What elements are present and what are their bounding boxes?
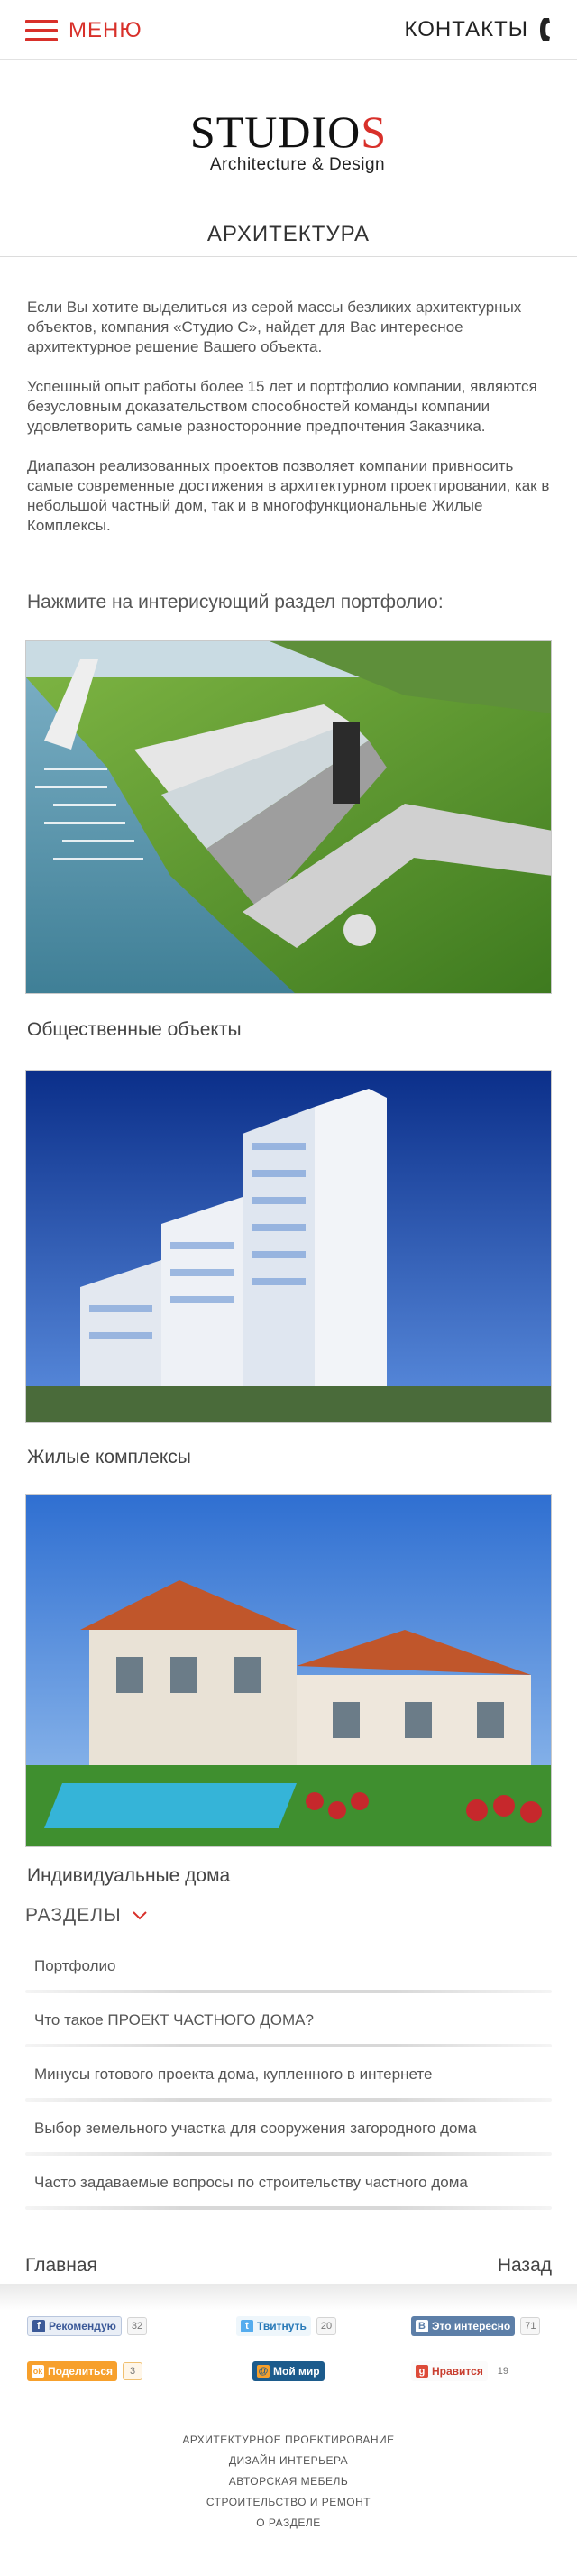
portfolio-label-residential[interactable]: Жилые комплексы: [27, 1447, 191, 1468]
share-count: 71: [520, 2317, 541, 2335]
section-item-private-house-project[interactable]: Что такое ПРОЕКТ ЧАСТНОГО ДОМА?: [25, 1993, 552, 2047]
share-label: Твитнуть: [257, 2320, 307, 2332]
sections-toggle[interactable]: РАЗДЕЛЫ: [25, 1905, 147, 1927]
villa-render-image: [26, 1495, 551, 1846]
moymir-share-button[interactable]: @ Мой мир: [252, 2361, 325, 2381]
portfolio-prompt: Нажмите на интерисующий раздел портфолио…: [27, 592, 444, 612]
twitter-share-button[interactable]: t Твитнуть 20: [236, 2316, 337, 2336]
portfolio-label-private[interactable]: Индивидуальные дома: [27, 1865, 230, 1887]
logo-subtitle: Architecture & Design: [209, 155, 386, 174]
section-item-faq[interactable]: Часто задаваемые вопросы по строительств…: [25, 2156, 552, 2210]
share-count: 20: [316, 2317, 337, 2335]
logo-wordmark: STUDIOS: [189, 106, 388, 157]
twitter-icon: t: [241, 2320, 253, 2332]
intro-paragraph: Успешный опыт работы более 15 лет и порт…: [27, 378, 537, 435]
share-label: Нравится: [432, 2365, 483, 2378]
portfolio-image-residential[interactable]: [25, 1070, 552, 1423]
footer-link-furniture[interactable]: АВТОРСКАЯ МЕБЕЛЬ: [0, 2471, 577, 2492]
intro-paragraph: Если Вы хотите выделиться из серой массы…: [27, 299, 522, 355]
share-panel: f Рекомендую 32 t Твитнуть 20 B Это интерес…: [0, 2284, 577, 2428]
title-divider: [0, 256, 577, 257]
share-count: 19: [497, 2366, 508, 2377]
chevron-down-icon: [132, 1911, 147, 1920]
portfolio-label-public[interactable]: Общественные объекты: [27, 1019, 242, 1041]
home-link[interactable]: Главная: [25, 2255, 97, 2277]
google-plus-icon: g: [416, 2365, 428, 2378]
share-count: 3: [123, 2362, 143, 2380]
page-title: АРХИТЕКТУРА: [206, 222, 371, 246]
contacts-button[interactable]: КОНТАКТЫ: [405, 16, 554, 43]
intro-text: Если Вы хотите выделиться из серой массы…: [27, 298, 554, 556]
odnoklassniki-icon: ok: [32, 2365, 44, 2378]
portfolio-image-public[interactable]: [25, 640, 552, 994]
share-label: Это интересно: [432, 2320, 511, 2332]
share-label: Мой мир: [273, 2365, 320, 2378]
marina-render-image: [26, 641, 551, 993]
footer-link-about[interactable]: О РАЗДЕЛЕ: [0, 2513, 577, 2534]
sections-list: Портфолио Что такое ПРОЕКТ ЧАСТНОГО ДОМА…: [25, 1939, 552, 2210]
share-count: 32: [126, 2317, 148, 2335]
vk-icon: B: [416, 2320, 428, 2332]
section-item-land-plot-choice[interactable]: Выбор земельного участка для сооружения …: [25, 2102, 552, 2156]
share-label: Поделиться: [48, 2365, 114, 2378]
intro-paragraph: Диапазон реализованных проектов позволяе…: [27, 457, 550, 534]
footer-links: АРХИТЕКТУРНОЕ ПРОЕКТИРОВАНИЕ ДИЗАЙН ИНТЕ…: [0, 2430, 577, 2534]
footer-link-architecture[interactable]: АРХИТЕКТУРНОЕ ПРОЕКТИРОВАНИЕ: [0, 2430, 577, 2451]
contacts-label: КОНТАКТЫ: [404, 17, 528, 41]
menu-label: МЕНЮ: [69, 18, 142, 42]
phone-icon: [540, 18, 550, 41]
footer-link-construction[interactable]: СТРОИТЕЛЬСТВО И РЕМОНТ: [0, 2492, 577, 2513]
menu-button[interactable]: МЕНЮ: [25, 18, 142, 43]
odnoklassniki-share-button[interactable]: ok Поделиться 3: [27, 2361, 143, 2381]
facebook-share-button[interactable]: f Рекомендую 32: [27, 2316, 148, 2336]
moymir-icon: @: [257, 2365, 270, 2378]
vk-share-button[interactable]: B Это интересно 71: [411, 2316, 541, 2336]
footer-link-interior-design[interactable]: ДИЗАЙН ИНТЕРЬЕРА: [0, 2451, 577, 2471]
section-item-ready-project-minuses[interactable]: Минусы готового проекта дома, купленного…: [25, 2047, 552, 2102]
google-plus-share-button[interactable]: g Нравится 19: [411, 2361, 513, 2381]
share-label: Рекомендую: [49, 2320, 116, 2332]
portfolio-image-private[interactable]: [25, 1494, 552, 1847]
hamburger-icon: [25, 20, 58, 41]
residential-render-image: [26, 1071, 551, 1422]
back-link[interactable]: Назад: [498, 2255, 552, 2277]
sections-label: РАЗДЕЛЫ: [25, 1905, 122, 1926]
section-item-portfolio[interactable]: Портфолио: [25, 1939, 552, 1993]
facebook-icon: f: [32, 2320, 45, 2332]
studios-logo[interactable]: STUDIOS Architecture & Design: [0, 108, 577, 175]
top-bar: МЕНЮ КОНТАКТЫ: [0, 0, 577, 60]
